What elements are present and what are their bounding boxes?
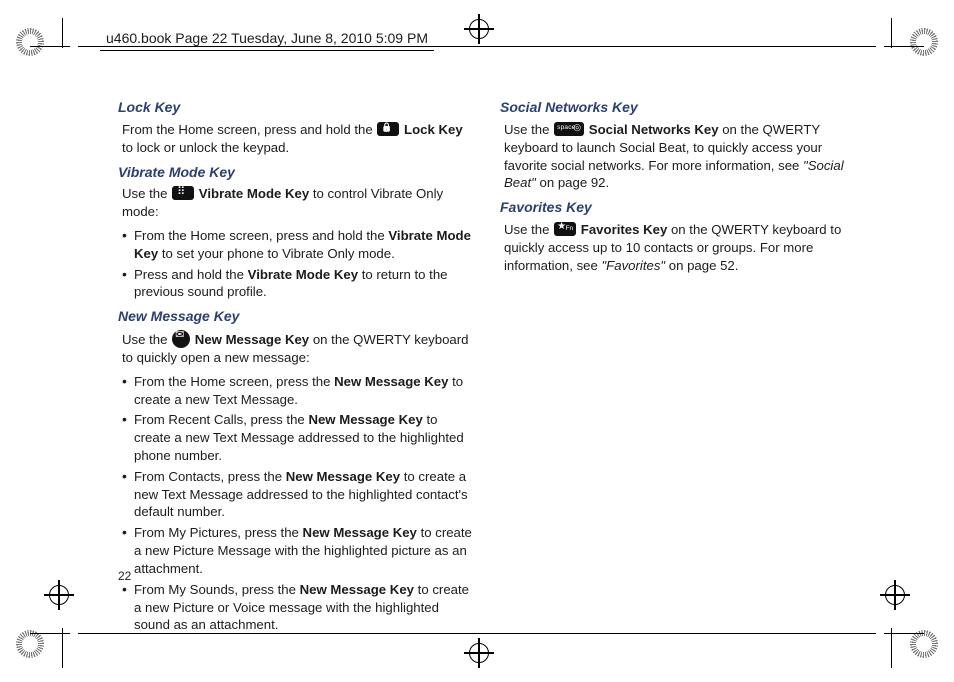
text-bold: New Message Key [195,332,309,347]
vibrate-intro: Use the Vibrate Mode Key to control Vibr… [118,185,472,221]
text-bold: New Message Key [308,412,422,427]
text: From My Pictures, press the [134,525,303,540]
text: to lock or unlock the keypad. [122,140,289,155]
text: Use the [122,332,171,347]
text-bold: Vibrate Mode Key [248,267,358,282]
lock-key-paragraph: From the Home screen, press and hold the… [118,121,472,157]
heading-lock-key: Lock Key [118,98,472,117]
crop-mark [891,628,892,668]
text-bold: Vibrate Mode Key [199,186,309,201]
heading-new-message-key: New Message Key [118,307,472,326]
crosshair-icon [464,14,494,44]
text: to set your phone to Vibrate Only mode. [162,246,395,261]
page-number: 22 [118,568,131,584]
favorites-paragraph: Use the Favorites Key on the QWERTY keyb… [500,221,854,274]
crop-mark [30,633,70,634]
crosshair-icon [44,580,74,610]
text: on page 92. [539,175,609,190]
text: From the Home screen, press and hold the [134,228,388,243]
list-item: From the Home screen, press the New Mess… [122,373,472,409]
registration-mark-icon [910,630,938,658]
text-bold: New Message Key [334,374,448,389]
list-item: From Recent Calls, press the New Message… [122,411,472,464]
crosshair-icon [464,638,494,668]
text-bold: New Message Key [286,469,400,484]
lock-key-icon [377,122,399,136]
crop-mark [884,46,924,47]
registration-mark-icon [910,28,938,56]
vibrate-key-icon [172,186,194,200]
text: From My Sounds, press the [134,582,300,597]
crop-mark [62,628,63,668]
page-content: Lock Key From the Home screen, press and… [118,92,854,640]
heading-favorites-key: Favorites Key [500,198,854,217]
text: From Recent Calls, press the [134,412,308,427]
list-item: From My Pictures, press the New Message … [122,524,472,577]
text-bold: Lock Key [404,122,463,137]
text: Use the [504,122,553,137]
heading-vibrate-mode-key: Vibrate Mode Key [118,163,472,182]
crop-mark [30,46,70,47]
list-item: From My Sounds, press the New Message Ke… [122,581,472,634]
text-bold: New Message Key [303,525,417,540]
crop-mark [891,18,892,48]
newmsg-list: From the Home screen, press the New Mess… [118,373,472,634]
newmsg-intro: Use the New Message Key on the QWERTY ke… [118,330,472,367]
text: Use the [122,186,171,201]
registration-mark-icon [16,28,44,56]
text: From the Home screen, press the [134,374,334,389]
crop-mark [62,18,63,48]
text-bold: New Message Key [300,582,414,597]
text: From Contacts, press the [134,469,286,484]
running-header: u460.book Page 22 Tuesday, June 8, 2010 … [100,27,434,51]
list-item: Press and hold the Vibrate Mode Key to r… [122,266,472,302]
social-paragraph: Use the Social Networks Key on the QWERT… [500,121,854,192]
heading-social-networks-key: Social Networks Key [500,98,854,117]
right-column: Social Networks Key Use the Social Netwo… [500,92,854,640]
text: From the Home screen, press and hold the [122,122,376,137]
crosshair-icon [880,580,910,610]
text: Press and hold the [134,267,248,282]
cross-reference: "Favorites" [602,258,666,273]
text: on page 52. [669,258,739,273]
social-networks-key-icon [554,122,584,136]
list-item: From Contacts, press the New Message Key… [122,468,472,521]
left-column: Lock Key From the Home screen, press and… [118,92,472,640]
list-item: From the Home screen, press and hold the… [122,227,472,263]
registration-mark-icon [16,630,44,658]
crop-mark [884,633,924,634]
new-message-key-icon [172,330,190,348]
vibrate-list: From the Home screen, press and hold the… [118,227,472,301]
text-bold: Favorites Key [581,222,668,237]
text: Use the [504,222,553,237]
text-bold: Social Networks Key [589,122,719,137]
favorites-key-icon [554,222,576,236]
